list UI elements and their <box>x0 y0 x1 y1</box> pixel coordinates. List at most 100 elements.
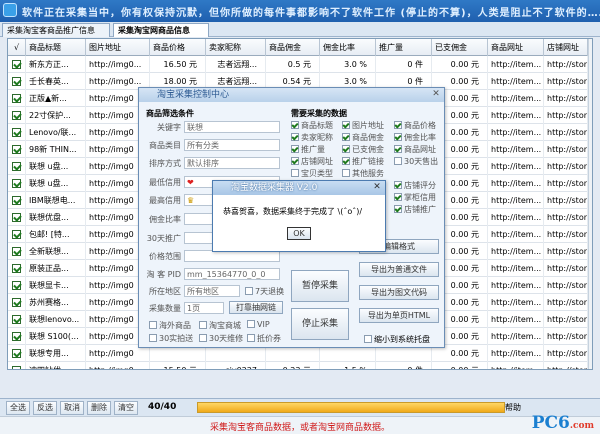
row-checkbox-cell[interactable] <box>8 175 26 192</box>
row-checkbox[interactable] <box>12 77 21 86</box>
header-seller[interactable]: 卖家昵称 <box>206 39 266 56</box>
row-checkbox[interactable] <box>12 162 21 171</box>
row-checkbox-cell[interactable] <box>8 277 26 294</box>
field-checkbox[interactable]: 店铺评分 <box>394 180 436 191</box>
field-checkbox[interactable]: 图片地址 <box>342 120 384 131</box>
header-title[interactable]: 商品标题 <box>26 39 86 56</box>
repair30-checkbox[interactable]: 30天维修 <box>199 333 243 344</box>
header-rate[interactable]: 佣金比率 <box>320 39 376 56</box>
row-checkbox[interactable] <box>12 298 21 307</box>
row-checkbox-cell[interactable] <box>8 141 26 158</box>
row-checkbox-cell[interactable] <box>8 260 26 277</box>
vertical-scrollbar[interactable] <box>588 39 592 369</box>
pause-button[interactable]: 暂停采集 <box>291 270 349 302</box>
grab-link-button[interactable]: 打靠抽网链 <box>229 301 283 314</box>
row-checkbox-cell[interactable] <box>8 73 26 90</box>
table-row[interactable]: 冲四钻优...http://img0...15.50 元sjy02270.23 … <box>8 362 588 369</box>
region-select[interactable]: 所有地区 <box>184 285 240 297</box>
field-checkbox[interactable]: 30天售出 <box>394 156 438 167</box>
tab-taobao[interactable]: 采集淘宝网商品信息 <box>113 23 209 37</box>
field-checkbox[interactable]: 推广链接 <box>342 156 384 167</box>
row-checkbox[interactable] <box>12 94 21 103</box>
row-checkbox[interactable] <box>12 179 21 188</box>
field-checkbox[interactable]: 佣金比率 <box>394 132 436 143</box>
row-checkbox-cell[interactable] <box>8 124 26 141</box>
field-checkbox[interactable]: 商品标题 <box>291 120 333 131</box>
row-checkbox[interactable] <box>12 366 21 369</box>
row-checkbox-cell[interactable] <box>8 294 26 311</box>
row-checkbox-cell[interactable] <box>8 192 26 209</box>
row-checkbox[interactable] <box>12 213 21 222</box>
row-checkbox-cell[interactable] <box>8 362 26 369</box>
row-checkbox[interactable] <box>12 332 21 341</box>
row-checkbox[interactable] <box>12 111 21 120</box>
row-checkbox[interactable] <box>12 349 21 358</box>
field-checkbox[interactable]: 卖家昵称 <box>291 132 333 143</box>
row-checkbox-cell[interactable] <box>8 328 26 345</box>
dialog-close-icon[interactable]: ✕ <box>372 183 382 193</box>
row-checkbox[interactable] <box>12 196 21 205</box>
field-checkbox[interactable]: 商品价格 <box>394 120 436 131</box>
tab-taobaoke[interactable]: 采集淘宝客商品推广信息 <box>2 23 110 37</box>
field-checkbox[interactable]: 商品佣金 <box>342 132 384 143</box>
header-image[interactable]: 图片地址 <box>86 39 150 56</box>
export-html-button[interactable]: 导出为单页HTML <box>359 308 439 323</box>
refund-checkbox[interactable]: 7天退换 <box>245 286 284 297</box>
invert-selection-button[interactable]: 反选 <box>33 401 57 415</box>
row-checkbox-cell[interactable] <box>8 90 26 107</box>
pid-input[interactable]: mm_15364770_0_0 <box>184 268 280 280</box>
header-price[interactable]: 商品价格 <box>150 39 206 56</box>
insured-checkbox[interactable]: 抵价券 <box>247 333 281 344</box>
row-checkbox-cell[interactable] <box>8 107 26 124</box>
field-checkbox[interactable]: 宝贝类型 <box>291 168 333 179</box>
field-checkbox[interactable]: 推广量 <box>291 144 325 155</box>
row-checkbox[interactable] <box>12 230 21 239</box>
close-icon[interactable]: ✕ <box>431 90 441 100</box>
stop-button[interactable]: 停止采集 <box>291 308 349 340</box>
overseas-checkbox[interactable]: 海外商品 <box>149 320 191 331</box>
row-checkbox[interactable] <box>12 315 21 324</box>
row-checkbox-cell[interactable] <box>8 311 26 328</box>
header-url[interactable]: 商品网址 <box>488 39 544 56</box>
tmall-checkbox[interactable]: 淘宝商城 <box>199 320 241 331</box>
select-all-button[interactable]: 全选 <box>6 401 30 415</box>
header-paid[interactable]: 已支佣金 <box>432 39 488 56</box>
export-img-button[interactable]: 导出为图文代码 <box>359 285 439 300</box>
delete-button[interactable]: 删除 <box>87 401 111 415</box>
field-checkbox[interactable]: 商品网址 <box>394 144 436 155</box>
field-checkbox[interactable]: 店铺推广 <box>394 204 436 215</box>
tray-checkbox[interactable]: 缩小到系统托盘 <box>364 334 430 345</box>
help-link[interactable]: 帮助 <box>505 402 521 413</box>
header-commission[interactable]: 商品佣金 <box>266 39 320 56</box>
row-checkbox[interactable] <box>12 247 21 256</box>
row-checkbox[interactable] <box>12 145 21 154</box>
row-checkbox-cell[interactable] <box>8 243 26 260</box>
row-checkbox[interactable] <box>12 281 21 290</box>
category-select[interactable]: 所有分类 <box>184 139 280 151</box>
field-checkbox[interactable]: 掌柜信用 <box>394 192 436 203</box>
row-checkbox[interactable] <box>12 128 21 137</box>
row-checkbox[interactable] <box>12 60 21 69</box>
field-checkbox[interactable]: 店铺网址 <box>291 156 333 167</box>
header-shop[interactable]: 店铺网址 <box>544 39 588 56</box>
clear-button[interactable]: 清空 <box>114 401 138 415</box>
dialog-ok-button[interactable]: OK <box>287 227 311 240</box>
row-checkbox[interactable] <box>12 264 21 273</box>
field-checkbox[interactable]: 其他服务 <box>342 168 384 179</box>
row-checkbox-cell[interactable] <box>8 226 26 243</box>
export-txt-button[interactable]: 导出为普通文件 <box>359 262 439 277</box>
row-checkbox-cell[interactable] <box>8 209 26 226</box>
count-select[interactable]: 1页 <box>184 302 224 314</box>
header-check[interactable]: √ <box>8 39 26 56</box>
field-checkbox[interactable]: 已支佣金 <box>342 144 384 155</box>
row-checkbox-cell[interactable] <box>8 158 26 175</box>
vip-checkbox[interactable]: VIP <box>247 320 270 329</box>
sort-select[interactable]: 默认排序 <box>184 157 280 169</box>
cancel-button[interactable]: 取消 <box>60 401 84 415</box>
keyword-input[interactable]: 联想 <box>184 121 280 133</box>
realshoot-checkbox[interactable]: 30实拍送 <box>149 333 193 344</box>
row-checkbox-cell[interactable] <box>8 56 26 73</box>
header-promo[interactable]: 推广量 <box>376 39 432 56</box>
row-checkbox-cell[interactable] <box>8 345 26 362</box>
table-row[interactable]: 新东方正... http://img0... 16.50 元志者远翔... 0.5 元… <box>8 56 588 73</box>
